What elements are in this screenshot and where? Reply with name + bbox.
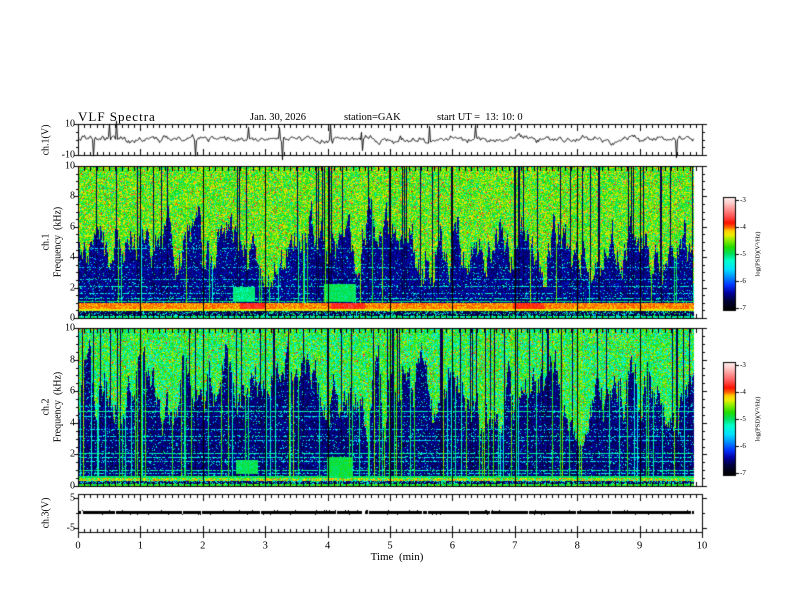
colorbar-tick-label: -7 bbox=[740, 304, 746, 312]
y-tick-label: 0 bbox=[70, 480, 75, 492]
x-tick-label: 6 bbox=[449, 540, 456, 552]
colorbar-tick-label: -5 bbox=[740, 415, 746, 423]
ch1-voltage-axis-label: ch.1(V) bbox=[40, 124, 52, 156]
y-tick-label: 6 bbox=[70, 221, 75, 233]
colorbar1-label: log(PSD)(V²/Hz) bbox=[754, 231, 762, 277]
ch1-waveform-canvas bbox=[70, 116, 711, 163]
x-tick-label: 0 bbox=[75, 540, 81, 552]
y-tick-label: 6 bbox=[70, 385, 75, 397]
x-tick-label: 2 bbox=[200, 540, 206, 552]
ch1-spectrogram-canvas bbox=[70, 158, 711, 326]
colorbar-tick-label: -7 bbox=[740, 469, 746, 477]
colorbar-tick-label: -6 bbox=[740, 277, 746, 285]
ch3-waveform-canvas bbox=[70, 486, 711, 540]
x-tick-label: 1 bbox=[137, 540, 144, 552]
x-tick-label: 3 bbox=[262, 540, 268, 552]
y-tick-label: 8 bbox=[70, 354, 75, 366]
y-tick-label: -5 bbox=[66, 522, 75, 534]
colorbar-tick-label: -4 bbox=[740, 388, 746, 396]
ch3-voltage-axis-label: ch.3(V) bbox=[40, 497, 52, 529]
colorbar-tick-label: -4 bbox=[740, 223, 746, 231]
y-tick-label: 2 bbox=[70, 448, 75, 460]
y-tick-label: 8 bbox=[70, 190, 75, 202]
vlf-spectra-figure: VLF Spectra Jan. 30, 2026 station=GAK st… bbox=[0, 0, 792, 612]
ch2-spec-channel-label: ch.2 bbox=[40, 398, 52, 416]
ch2-spectrogram-canvas bbox=[70, 320, 711, 494]
colorbar-tick-label: -3 bbox=[740, 361, 746, 369]
ch1-spec-channel-label: ch.1 bbox=[40, 233, 52, 251]
y-tick-label: 2 bbox=[70, 282, 75, 294]
colorbar-tick-label: -3 bbox=[740, 196, 746, 204]
x-tick-label: 9 bbox=[636, 540, 643, 552]
x-tick-label: 7 bbox=[512, 540, 518, 552]
y-tick-label: 4 bbox=[70, 417, 75, 429]
x-tick-label: 4 bbox=[324, 540, 331, 552]
y-tick-label: 10 bbox=[65, 118, 75, 130]
y-tick-label: 4 bbox=[70, 251, 75, 263]
y-tick-label: 5 bbox=[70, 492, 75, 504]
time-axis-label: Time (min) bbox=[370, 551, 424, 563]
x-tick-label: 10 bbox=[696, 540, 708, 552]
colorbar-tick-label: -6 bbox=[740, 442, 746, 450]
colorbar-ch1-canvas bbox=[722, 196, 742, 312]
y-tick-label: -10 bbox=[61, 149, 75, 161]
y-tick-label: 10 bbox=[65, 322, 75, 334]
x-tick-label: 8 bbox=[574, 540, 580, 552]
colorbar-ch2-canvas bbox=[722, 361, 742, 477]
colorbar-tick-label: -5 bbox=[740, 250, 746, 258]
colorbar2-label: log(PSD)(V²/Hz) bbox=[754, 396, 762, 442]
ch2-spec-frequency-axis-label: Frequency (kHz) bbox=[52, 371, 64, 443]
y-tick-label: 10 bbox=[65, 160, 75, 172]
ch1-spec-frequency-axis-label: Frequency (kHz) bbox=[52, 206, 64, 278]
x-tick-label: 5 bbox=[387, 540, 393, 552]
